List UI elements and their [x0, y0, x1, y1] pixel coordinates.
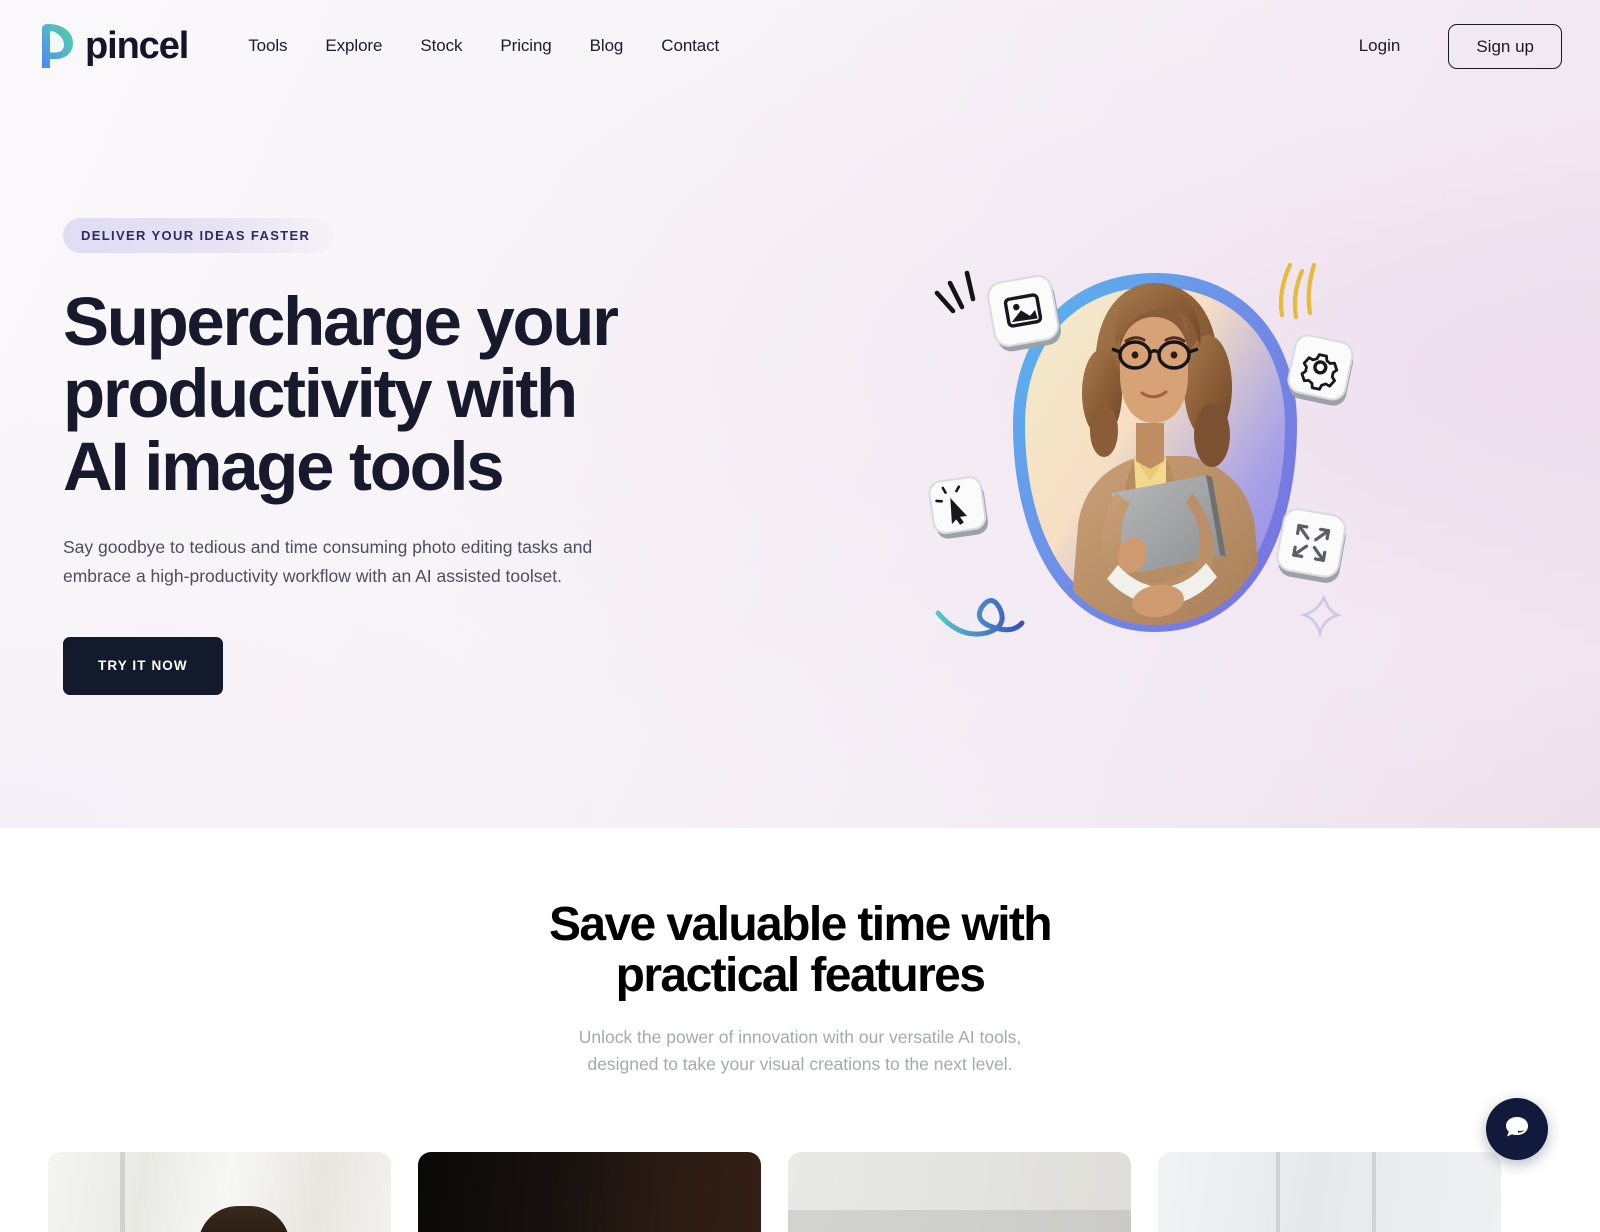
features-title-line-2: practical features	[615, 948, 986, 1002]
features-title-line-1: Save valuable time with	[548, 898, 1053, 951]
try-it-now-button[interactable]: TRY IT NOW	[63, 637, 223, 695]
nav-item-tools[interactable]: Tools	[248, 36, 287, 56]
feature-card[interactable]	[788, 1152, 1131, 1232]
hero-illustration	[920, 225, 1390, 695]
nav-item-stock[interactable]: Stock	[420, 36, 462, 56]
nav-item-contact[interactable]: Contact	[661, 36, 719, 56]
feature-card[interactable]	[1158, 1152, 1501, 1232]
login-link[interactable]: Login	[1359, 36, 1401, 56]
features-title: Save valuable time with practical featur…	[350, 898, 1250, 1002]
hero-title: Supercharge your productivity with AI im…	[63, 283, 723, 505]
pincel-p-logo-icon	[38, 23, 76, 69]
features-subtitle: Unlock the power of innovation with our …	[450, 1024, 1150, 1079]
main-navigation: pincel Tools Explore Stock Pricing Blog …	[0, 0, 1600, 92]
brand-name: pincel	[85, 25, 189, 67]
hero-section: pincel Tools Explore Stock Pricing Blog …	[0, 0, 1600, 828]
blue-squiggle-icon	[935, 598, 1025, 637]
black-spark-strokes-icon	[934, 270, 976, 314]
hero-subtitle: Say goodbye to tedious and time consumin…	[63, 537, 593, 586]
features-subtitle-line-1: Unlock the power of innovation with our …	[578, 1026, 1022, 1047]
hero-title-line-2: productivity with	[63, 355, 578, 433]
nav-actions: Login Sign up	[1359, 23, 1562, 69]
brand-logo[interactable]: pincel	[38, 23, 189, 69]
tile-expand-arrows-icon	[1276, 508, 1346, 583]
feature-card[interactable]	[418, 1152, 761, 1232]
feature-card[interactable]	[48, 1152, 391, 1232]
nav-item-pricing[interactable]: Pricing	[500, 36, 551, 56]
hero-title-line-3: AI image tools	[63, 427, 505, 505]
feature-cards-row	[48, 1152, 1552, 1232]
features-subtitle-line-2: designed to take your visual creations t…	[587, 1054, 1013, 1075]
sparkle-icon	[1299, 595, 1343, 638]
signup-button[interactable]: Sign up	[1448, 23, 1562, 69]
yellow-swoosh-icon	[1278, 262, 1317, 320]
nav-links: Tools Explore Stock Pricing Blog Contact	[248, 36, 719, 56]
tile-magic-click-icon	[928, 476, 988, 539]
hero-badge: DELIVER YOUR IDEAS FASTER	[63, 218, 335, 253]
hero-title-line-1: Supercharge your	[63, 283, 619, 360]
tile-image-icon	[987, 275, 1061, 352]
nav-item-blog[interactable]: Blog	[590, 36, 624, 56]
chat-widget-button[interactable]	[1486, 1098, 1548, 1160]
tile-gear-icon	[1287, 334, 1354, 406]
chat-bubble-icon	[1502, 1112, 1532, 1147]
features-section: Save valuable time with practical featur…	[0, 828, 1600, 1232]
hero-content: DELIVER YOUR IDEAS FASTER Supercharge yo…	[63, 218, 723, 695]
nav-item-explore[interactable]: Explore	[325, 36, 382, 56]
